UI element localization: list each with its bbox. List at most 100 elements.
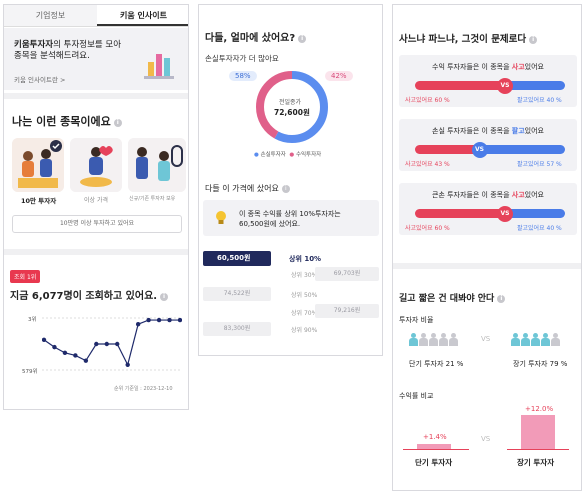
- rank-point: [135, 322, 141, 327]
- legend-dot-icon: ●: [254, 152, 259, 158]
- price-chip: 69,703원: [315, 267, 379, 281]
- sell-ratio: 팔고있어요 57 %: [517, 161, 562, 168]
- legend-loss: 손실투자자: [260, 152, 286, 158]
- rank-point: [104, 341, 109, 347]
- info-icon[interactable]: i: [160, 293, 169, 301]
- short-baseline: [403, 449, 469, 450]
- top10-price: 60,500원: [203, 251, 271, 266]
- top10-rank: 상위 10%: [289, 255, 322, 263]
- loss-pct-pill: 58%: [229, 71, 257, 81]
- characteristic-card-price[interactable]: [70, 138, 122, 192]
- sell-ratio: 팔고있어요 40 %: [517, 225, 562, 232]
- bought-title-text: 다들 이 가격에 샀어요: [205, 184, 279, 193]
- info-icon[interactable]: i: [298, 35, 307, 43]
- rank-axis-bottom: 579위: [22, 369, 38, 375]
- buy-fill: [415, 145, 480, 154]
- rank-point: [146, 317, 151, 323]
- rank-label: 상위 90%: [291, 327, 318, 334]
- long-return-value: +12.0%: [525, 405, 554, 413]
- short-return-value: +1.4%: [423, 433, 447, 441]
- top10-hint-box: 이 종목 수익률 상위 10%투자자는 60,500원에 샀어요.: [203, 200, 379, 236]
- characteristic-card-investors[interactable]: [12, 138, 64, 192]
- buy-ratio: 사고있어요 60 %: [405, 225, 450, 232]
- views-title: 지금 6,077명이 조회하고 있어요. i: [10, 287, 169, 302]
- group-caption: 수익 투자자들은 이 종목을 사고있어요: [399, 62, 577, 72]
- caption-post: 있어요: [524, 127, 544, 135]
- loss-investors-box: 손실 투자자들은 이 종목을 팔고있어요 VS 사고있어요 43 % 팔고있어요…: [399, 119, 577, 171]
- tab-company-info[interactable]: 기업정보: [4, 5, 97, 26]
- donut-center-label: 전일종가: [279, 99, 302, 106]
- lightbulb-icon: [216, 211, 226, 224]
- similar-section-title: 나는 이런 종목이에요 i: [12, 113, 122, 129]
- info-icon[interactable]: i: [529, 36, 538, 44]
- price-section-title: 다들, 얼마에 샀어요? i: [205, 29, 307, 44]
- info-icon[interactable]: i: [281, 185, 290, 193]
- group-caption: 손실 투자자들은 이 종목을 팔고있어요: [399, 126, 577, 136]
- stock-insight-panel: 기업정보 키움 인사이트 키움투자자의 투자정보를 모아 종목을 분석해드려요.…: [3, 4, 189, 410]
- caption-action: 사고: [511, 63, 525, 71]
- info-icon[interactable]: i: [113, 119, 122, 127]
- caption-post: 있어요: [524, 63, 544, 71]
- buysell-section-title: 사느냐 파느냐, 그것이 문제로다 i: [399, 31, 538, 45]
- sell-fill: [479, 145, 565, 154]
- price-chip: 74,522원: [203, 287, 271, 301]
- section-divider: [4, 249, 188, 255]
- section-divider: [4, 93, 188, 99]
- card-label: 10만 투자자: [21, 197, 57, 205]
- long-term-ratio: 장기 투자자 79 %: [513, 360, 568, 368]
- person-illustration-icon: [70, 138, 122, 192]
- characteristic-card-holders[interactable]: [128, 138, 186, 192]
- view-rank-badge: 조회 1위: [10, 270, 41, 283]
- similar-title-text: 나는 이런 종목이에요: [12, 115, 111, 128]
- card-label: 이상 가격: [84, 197, 108, 204]
- banner-rest: 의 투자정보를 모아: [53, 40, 122, 50]
- rank-point: [52, 344, 57, 350]
- investor-count-button[interactable]: 10만명 이상 투자하고 있어요: [12, 215, 182, 233]
- buysell-title-text: 사느냐 파느냐, 그것이 문제로다: [399, 34, 527, 45]
- whale-investors-box: 큰손 투자자들은 이 종목을 사고있어요 VS 사고있어요 60 % 팔고있어요…: [399, 183, 577, 235]
- donut-center-value: 72,600원: [274, 108, 310, 117]
- sell-fill: [505, 209, 565, 218]
- buy-sell-bar: VS: [415, 142, 565, 158]
- holding-title-text: 길고 짧은 건 대봐야 안다: [399, 294, 495, 304]
- insight-banner: 키움투자자의 투자정보를 모아 종목을 분석해드려요. 키움 인사이트란 >: [4, 28, 188, 90]
- short-term-name: 단기 투자자: [415, 458, 453, 467]
- vs-label: VS: [481, 435, 491, 443]
- long-return-bar: [521, 415, 555, 449]
- rank-label: 상위 30%: [291, 272, 318, 279]
- legend-dot-icon: ●: [289, 152, 295, 158]
- buy-fill: [415, 209, 505, 218]
- tab-bar: 기업정보 키움 인사이트: [4, 5, 188, 27]
- rank-point: [62, 350, 68, 356]
- caption-action: 사고: [511, 191, 525, 199]
- caption-pre: 손실 투자자들은 이 종목을: [432, 127, 512, 135]
- return-title: 수익률 비교: [399, 392, 434, 400]
- hint-line2: 60,500원에 샀어요.: [239, 220, 301, 228]
- caption-post: 있어요: [524, 191, 544, 199]
- rank-point: [83, 358, 89, 363]
- people-illustration-icon: [12, 138, 64, 192]
- banner-line2: 종목을 분석해드려요.: [14, 51, 90, 61]
- price-chip: 83,300원: [203, 322, 271, 336]
- buy-sell-panel: 사느냐 파느냐, 그것이 문제로다 i 수익 투자자들은 이 종목을 사고있어요 …: [392, 4, 582, 491]
- vs-marker: VS: [471, 142, 488, 158]
- rank-line-chart: [42, 317, 182, 371]
- buy-fill: [415, 81, 505, 90]
- loss-more-subtitle: 손실투자자가 더 많아요: [205, 54, 279, 63]
- section-divider: [393, 263, 581, 269]
- price-title-text: 다들, 얼마에 샀어요?: [205, 33, 296, 44]
- profit-investors-box: 수익 투자자들은 이 종목을 사고있어요 VS 사고있어요 60 % 팔고있어요…: [399, 55, 577, 107]
- sell-ratio: 팔고있어요 40 %: [517, 97, 562, 104]
- info-icon[interactable]: i: [497, 295, 506, 303]
- rank-label: 상위 70%: [291, 310, 318, 317]
- caption-action: 팔고: [511, 127, 525, 135]
- rank-footnote: 순위 기준일 : 2023-12-10: [114, 386, 173, 392]
- rank-axis-top: 3위: [28, 317, 37, 323]
- bought-section-title: 다들 이 가격에 샀어요 i: [205, 183, 290, 194]
- rank-point: [115, 341, 120, 347]
- hint-text: 이 종목 수익률 상위 10%투자자는 60,500원에 샀어요.: [239, 209, 341, 229]
- purchase-price-panel: 다들, 얼마에 샀어요? i 손실투자자가 더 많아요 58% 42% 전일종가 …: [198, 4, 383, 356]
- banner-text: 키움투자자의 투자정보를 모아 종목을 분석해드려요.: [14, 40, 121, 62]
- insight-about-link[interactable]: 키움 인사이트란 >: [14, 74, 65, 84]
- tab-kiwoom-insight[interactable]: 키움 인사이트: [97, 5, 188, 26]
